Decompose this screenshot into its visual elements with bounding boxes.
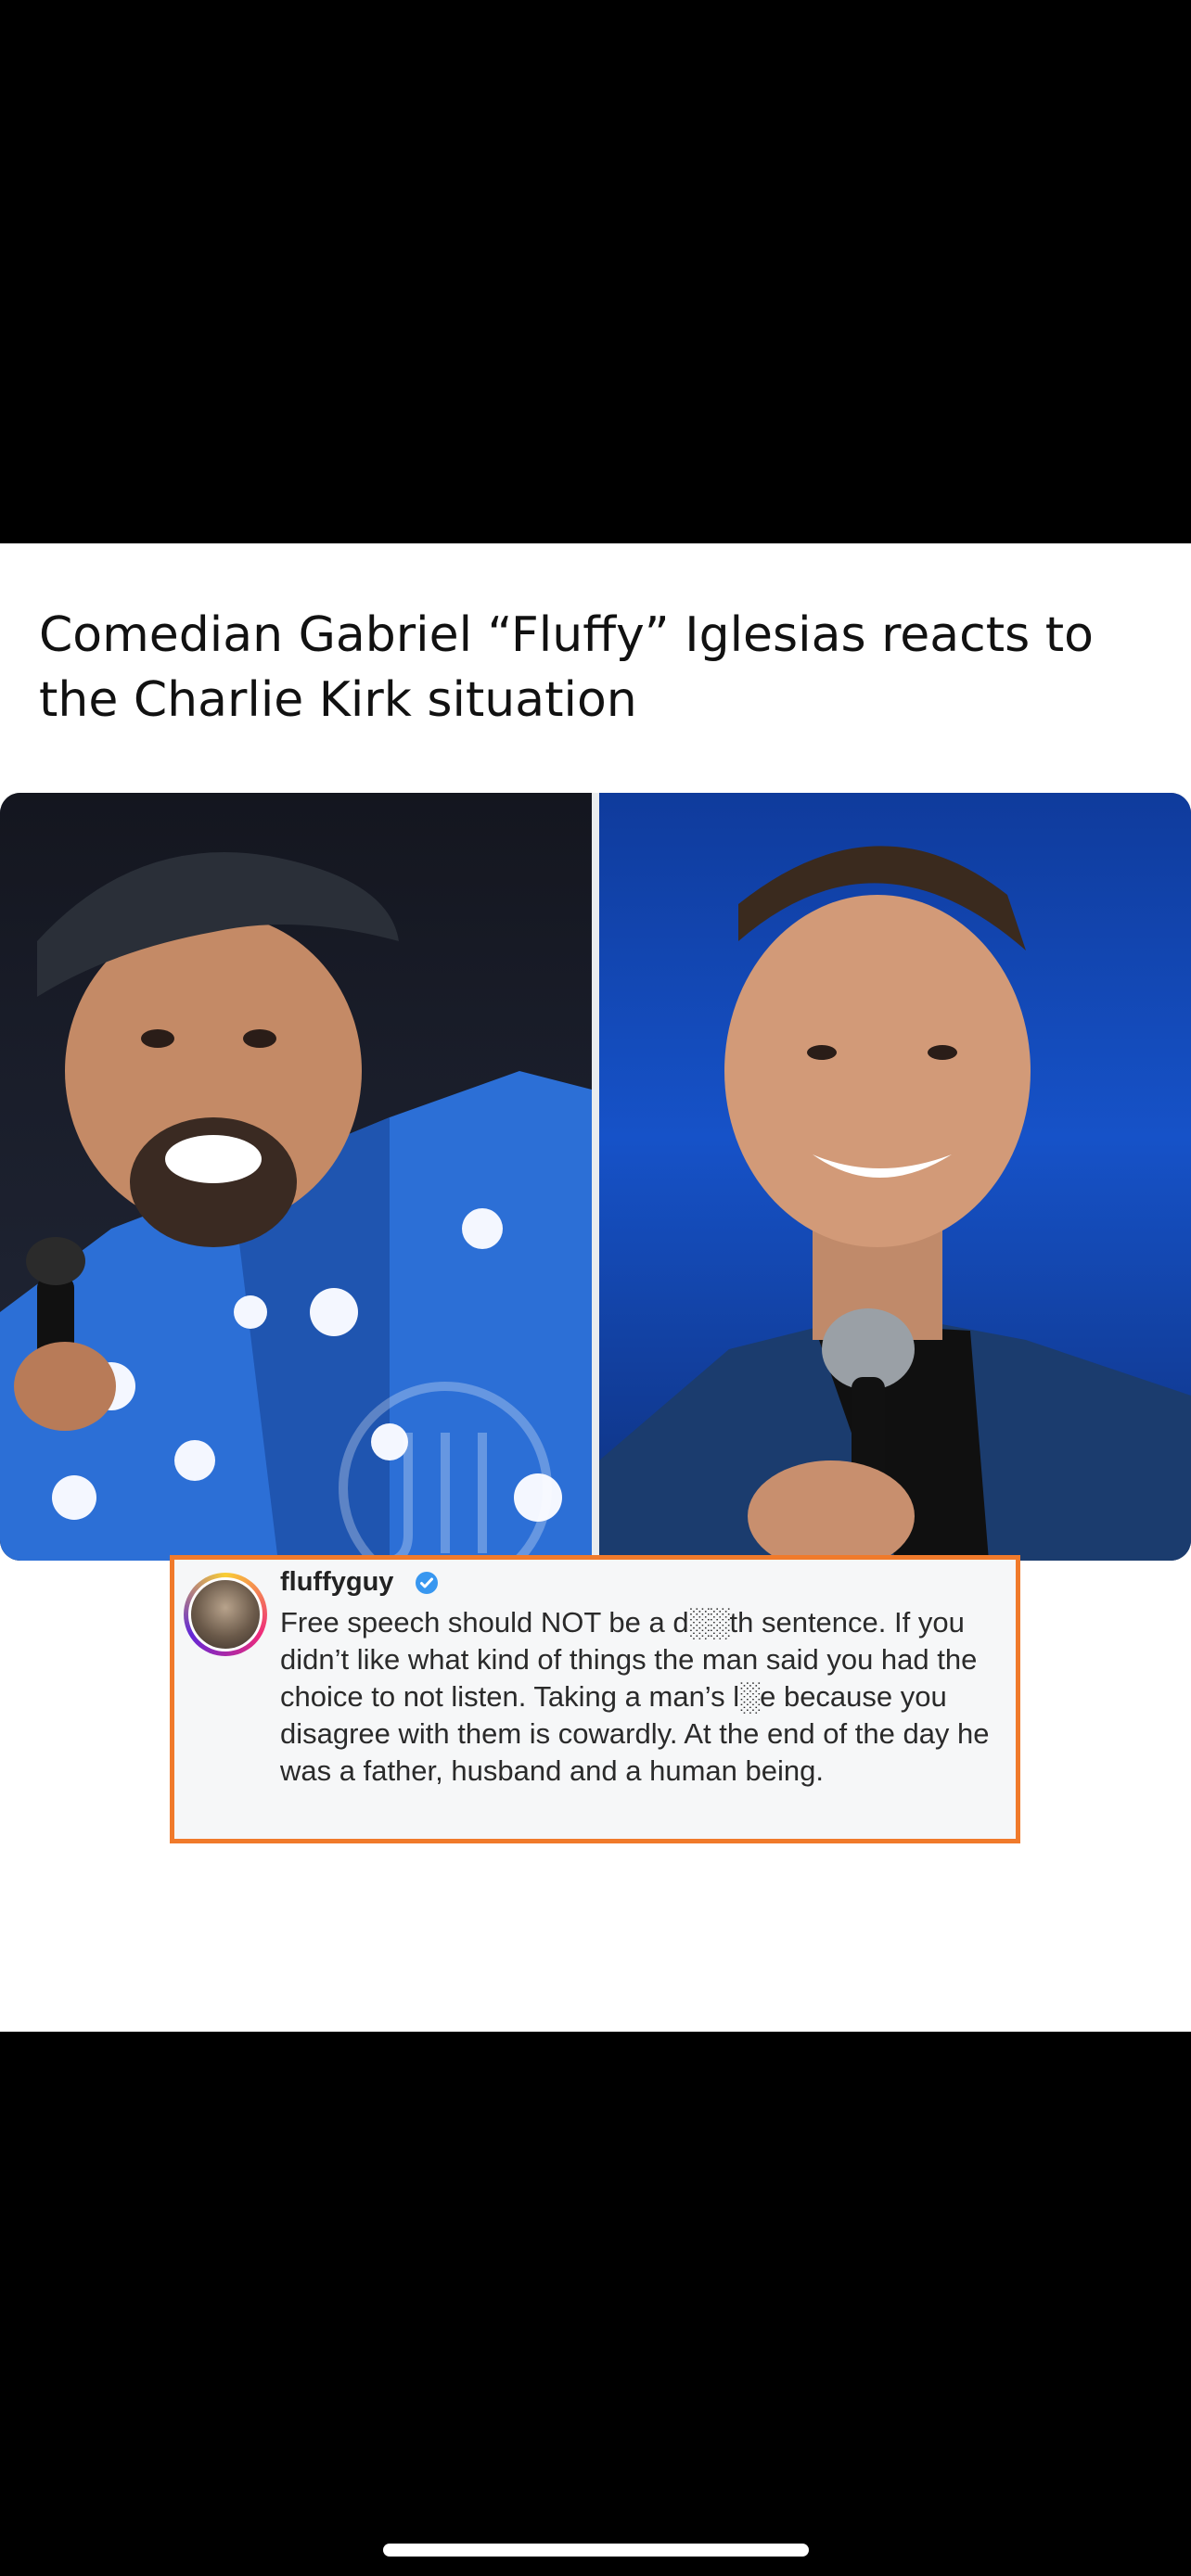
comment-text: Free speech should NOT be a d░░th senten… (280, 1606, 990, 1787)
home-indicator[interactable] (383, 2544, 809, 2557)
post-image[interactable] (0, 793, 1191, 1561)
avatar-photo (188, 1577, 263, 1651)
avatar[interactable] (184, 1573, 267, 1656)
watermark-logo (339, 1382, 552, 1561)
top-black-area (0, 0, 1191, 543)
image-divider (592, 793, 599, 1561)
right-photo-panel (599, 793, 1191, 1561)
verified-badge-icon (416, 1572, 438, 1594)
post-card[interactable]: Comedian Gabriel “Fluffy” Iglesias react… (0, 543, 1191, 2032)
instagram-comment[interactable]: fluffyguy Free speech should NOT be a d░… (170, 1555, 1020, 1843)
bottom-black-area (0, 2032, 1191, 2576)
post-headline: Comedian Gabriel “Fluffy” Iglesias react… (39, 607, 1094, 728)
comment-username[interactable]: fluffyguy (280, 1567, 393, 1598)
speaker-photo (599, 846, 1191, 1561)
